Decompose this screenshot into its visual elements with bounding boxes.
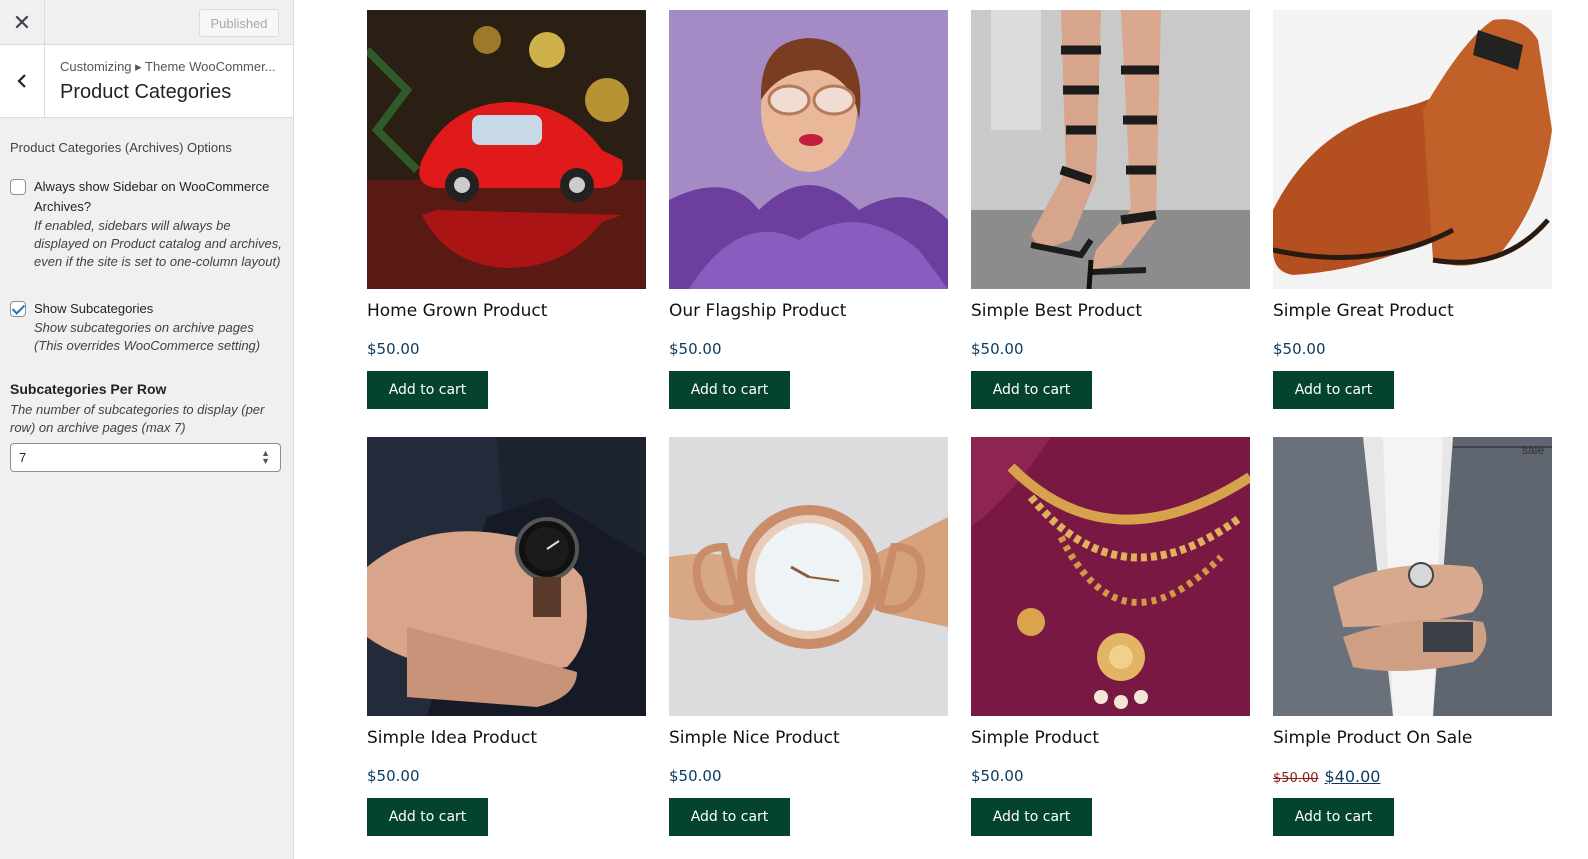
add-to-cart-button[interactable]: Add to cart <box>367 371 488 409</box>
subcategories-checkbox[interactable] <box>10 301 26 317</box>
add-to-cart-button[interactable]: Add to cart <box>367 798 488 836</box>
product-card: sale Simple Product On Sale $50.00 $40.00… <box>1273 437 1552 836</box>
add-to-cart-button[interactable]: Add to cart <box>971 798 1092 836</box>
product-price: $50.00 <box>1273 340 1326 358</box>
back-button[interactable] <box>0 45 45 117</box>
customizer-sidebar: ✕ Published Customizing ▸ Theme WooComme… <box>0 0 294 859</box>
product-image[interactable] <box>367 10 646 289</box>
section-title: Product Categories <box>60 81 232 103</box>
sale-badge: sale <box>1521 443 1544 457</box>
product-image[interactable] <box>1273 10 1552 289</box>
product-image[interactable] <box>971 10 1250 289</box>
add-to-cart-button[interactable]: Add to cart <box>971 371 1092 409</box>
product-image[interactable] <box>367 437 646 716</box>
product-name[interactable]: Simple Idea Product <box>367 728 646 750</box>
product-name[interactable]: Simple Nice Product <box>669 728 948 750</box>
publish-button[interactable]: Published <box>199 9 279 37</box>
customizer-header: ✕ Published <box>0 0 293 45</box>
section-header: Customizing ▸ Theme WooCommer... Product… <box>0 45 293 118</box>
breadcrumb: Customizing ▸ Theme WooCommer... <box>60 59 276 74</box>
add-to-cart-button[interactable]: Add to cart <box>1273 798 1394 836</box>
subcategories-option-description: Show subcategories on archive pages (Thi… <box>34 320 261 353</box>
product-price: $50.00 <box>971 767 1024 785</box>
subcategories-checkbox-label[interactable]: Show Subcategories <box>34 299 153 319</box>
product-card: Simple Great Product $50.00 Add to cart <box>1273 10 1552 409</box>
product-image[interactable] <box>971 437 1250 716</box>
per-row-value: 7 <box>19 450 27 465</box>
product-name[interactable]: Simple Product On Sale <box>1273 728 1552 750</box>
product-image[interactable] <box>669 437 948 716</box>
product-price: $50.00 <box>367 340 420 358</box>
product-name[interactable]: Home Grown Product <box>367 301 646 323</box>
product-name[interactable]: Our Flagship Product <box>669 301 948 323</box>
product-card: Our Flagship Product $50.00 Add to cart <box>669 10 948 409</box>
sidebar-option-description: If enabled, sidebars will always be disp… <box>34 218 282 269</box>
site-preview: Home Grown Product $50.00 Add to cart Ou… <box>294 0 1588 859</box>
product-card: Simple Nice Product $50.00 Add to cart <box>669 437 948 836</box>
close-icon: ✕ <box>12 9 32 35</box>
product-image[interactable] <box>669 10 948 289</box>
product-card: Simple Product $50.00 Add to cart <box>971 437 1250 836</box>
sidebar-checkbox-label[interactable]: Always show Sidebar on WooCommerce Archi… <box>34 177 285 217</box>
per-row-title: Subcategories Per Row <box>10 381 167 397</box>
sidebar-option: Always show Sidebar on WooCommerce Archi… <box>10 177 285 217</box>
add-to-cart-button[interactable]: Add to cart <box>1273 371 1394 409</box>
close-customizer-button[interactable]: ✕ <box>0 0 45 45</box>
product-name[interactable]: Simple Great Product <box>1273 301 1552 323</box>
section-controls: Product Categories (Archives) Options Al… <box>10 140 285 472</box>
product-price: $50.00 <box>971 340 1024 358</box>
sidebar-checkbox[interactable] <box>10 179 26 195</box>
spinner-icon[interactable]: ▲ ▼ <box>261 449 270 466</box>
options-heading: Product Categories (Archives) Options <box>10 140 232 155</box>
product-image[interactable] <box>1273 437 1552 716</box>
product-price: $50.00 <box>669 767 722 785</box>
add-to-cart-button[interactable]: Add to cart <box>669 371 790 409</box>
product-card: Home Grown Product $50.00 Add to cart <box>367 10 646 409</box>
product-card: Simple Best Product $50.00 Add to cart <box>971 10 1250 409</box>
product-name[interactable]: Simple Product <box>971 728 1250 750</box>
product-name[interactable]: Simple Best Product <box>971 301 1250 323</box>
product-card: Simple Idea Product $50.00 Add to cart <box>367 437 646 836</box>
per-row-input[interactable]: 7 ▲ ▼ <box>10 443 281 472</box>
add-to-cart-button[interactable]: Add to cart <box>669 798 790 836</box>
product-price: $50.00 <box>669 340 722 358</box>
product-price: $50.00 <box>367 767 420 785</box>
chevron-left-icon <box>17 74 26 88</box>
subcategories-option: Show Subcategories <box>10 299 285 319</box>
product-price: $50.00 $40.00 <box>1273 767 1552 787</box>
per-row-description: The number of subcategories to display (… <box>10 402 265 435</box>
regular-price: $50.00 <box>1273 771 1319 786</box>
sale-price: $40.00 <box>1324 767 1381 786</box>
